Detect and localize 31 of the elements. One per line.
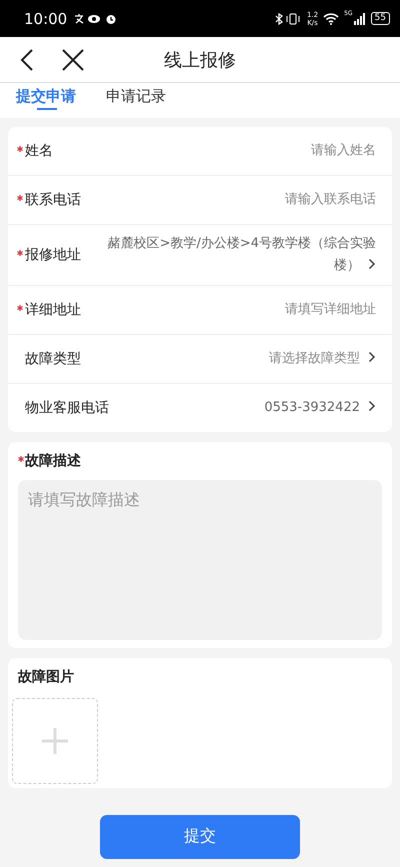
bluetooth-vibrate-icons [274, 12, 302, 24]
page-title: 线上报修 [164, 48, 236, 72]
signal-icon [354, 12, 366, 24]
select-field[interactable]: 请选择故障类型 [89, 340, 376, 378]
field-label: 物业客服电话 [25, 399, 109, 417]
tab[interactable]: 提交申请 [16, 79, 76, 114]
submit-button[interactable]: 提交 [100, 815, 300, 859]
back-icon[interactable] [20, 48, 34, 72]
input-field[interactable]: 请填写详细地址 [89, 291, 376, 329]
chevron-icon [368, 258, 376, 270]
wifi-icon [323, 12, 340, 24]
battery-indicator: 55 [370, 12, 390, 25]
chevron-icon [368, 351, 376, 363]
chevron-icon [368, 400, 376, 412]
status-time: 10:00 [24, 10, 68, 28]
select-field[interactable]: 0553-3932422 [117, 389, 376, 427]
input-field[interactable]: 请输入联系电话 [89, 181, 376, 219]
description-field[interactable]: 请填写故障描述 [18, 480, 382, 640]
field-label: 详细地址 [25, 301, 81, 319]
input-field[interactable]: 请输入姓名 [61, 132, 376, 170]
field-label: 联系电话 [25, 191, 81, 209]
tab[interactable]: 申请记录 [106, 79, 166, 114]
field-label: 报修地址 [25, 246, 81, 264]
section-title: 故障描述 [25, 452, 81, 470]
field-label: 故障类型 [25, 350, 81, 368]
select-field[interactable]: 赭麓校区>教学/办公楼>4号教学楼（综合实验楼） [89, 225, 376, 285]
notification-icons [74, 12, 118, 24]
close-icon[interactable] [62, 48, 84, 70]
field-label: 姓名 [25, 142, 53, 160]
section-title: 故障图片 [18, 668, 74, 686]
plus-icon [41, 727, 69, 755]
